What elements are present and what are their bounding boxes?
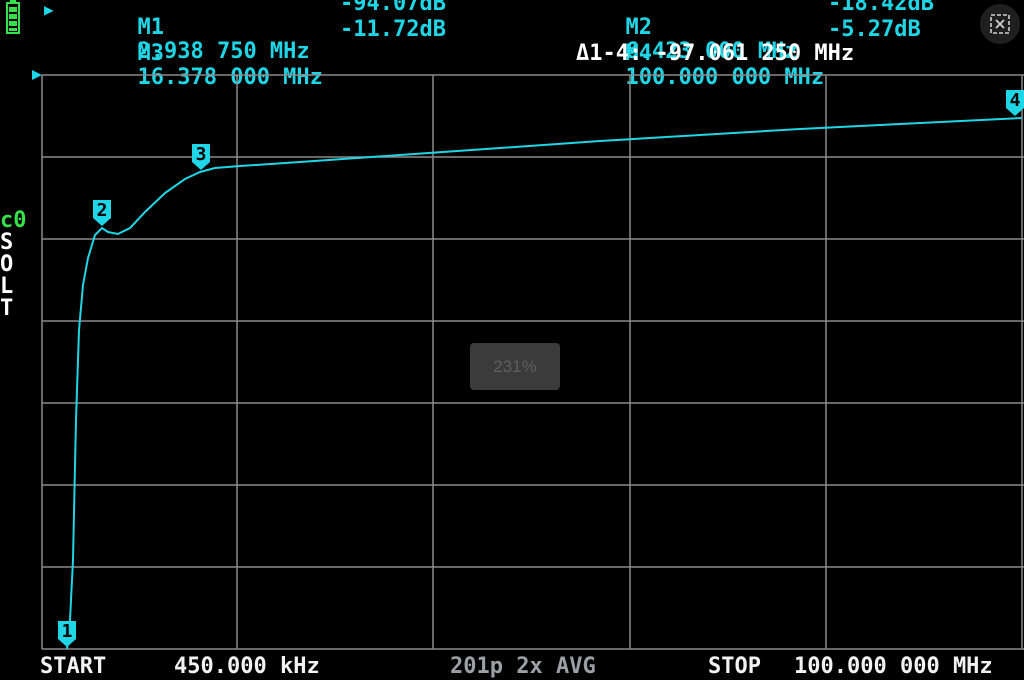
zoom-level-badge: 231% [470,343,560,390]
trace-marker-label: 1 [62,621,73,642]
trace-marker-1[interactable]: 1 [58,621,76,647]
trace-marker-2[interactable]: 2 [93,200,111,226]
stop-frequency[interactable]: 100.000 000 MHz [794,654,993,680]
stop-label: STOP [708,654,761,679]
reference-arrow-icon [32,70,42,80]
trace-marker-label: 3 [196,144,207,165]
vna-screen: ▶ M1 2.938 750 MHz -94.07dB M2 6.423 000… [0,0,1024,680]
trace-marker-label: 4 [1010,90,1021,111]
trace-marker-label: 2 [97,200,108,221]
sweep-settings: 201p 2x AVG [450,654,596,679]
trace-marker-3[interactable]: 3 [192,144,210,170]
start-frequency[interactable]: 450.000 kHz [174,654,320,680]
trace-plot[interactable]: 1 2 3 4 [0,0,1024,680]
start-label: START [40,654,107,679]
